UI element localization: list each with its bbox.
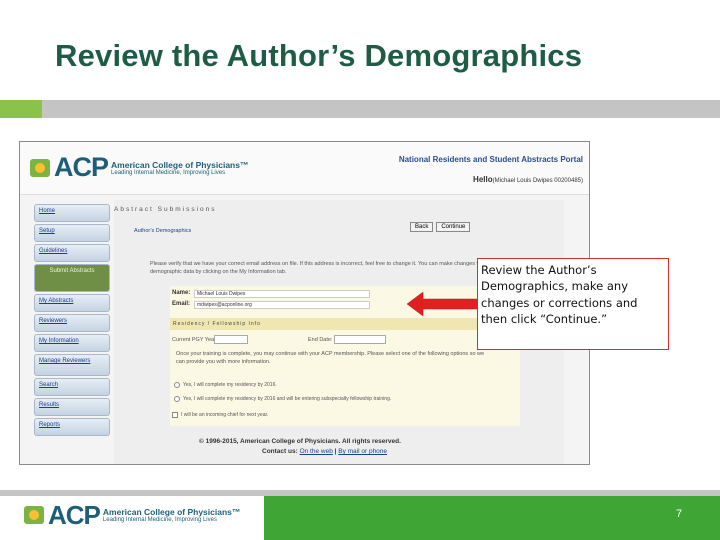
- copyright: © 1996-2015, American College of Physici…: [199, 438, 401, 445]
- footer-logo-letters: ACP: [48, 500, 101, 530]
- contact-web-link[interactable]: On the web: [300, 448, 333, 455]
- acp-logo-name: American College of Physicians™: [111, 159, 249, 170]
- residency-bar: Residency / Fellowship Info: [170, 318, 520, 330]
- portal-title: National Residents and Student Abstracts…: [398, 155, 583, 164]
- acp-logo-letters: ACP: [54, 152, 109, 182]
- footer-acp-logo-mark-icon: [24, 504, 46, 526]
- hello-label: Hello: [473, 175, 493, 184]
- hello-user: Hello(Michael Louis Dwipes 00200485): [473, 175, 583, 184]
- nav-search[interactable]: Search: [34, 378, 110, 396]
- option-3-checkbox[interactable]: I will be an incoming chief for next yea…: [172, 412, 268, 418]
- bottom-green-bar: [264, 496, 720, 540]
- footer-logo-name: American College of Physicians™: [102, 507, 241, 517]
- email-label: Email:: [172, 301, 191, 307]
- acp-logo: ACP American College of Physicians™ Lead…: [30, 154, 248, 181]
- footer-logo-tagline: Leading Internal Medicine, Improving Liv…: [102, 517, 217, 523]
- nav-reports[interactable]: Reports: [34, 418, 110, 436]
- portal-header: ACP American College of Physicians™ Lead…: [20, 142, 589, 195]
- end-date-label: End Date:: [308, 337, 333, 343]
- nav-setup[interactable]: Setup: [34, 224, 110, 242]
- contact-label: Contact us:: [262, 448, 298, 455]
- red-arrow-icon: [407, 292, 479, 316]
- back-button[interactable]: Back: [410, 222, 434, 232]
- options-text: Once your training is complete, you may …: [176, 351, 485, 366]
- contact-phone-link[interactable]: By mail or phone: [338, 448, 387, 455]
- nav-guidelines[interactable]: Guidelines: [34, 244, 110, 262]
- top-green-bar: [0, 100, 42, 118]
- option-2-radio[interactable]: Yes, I will complete my residency by 201…: [174, 396, 391, 402]
- contact-line: Contact us: On the web | By mail or phon…: [262, 448, 387, 455]
- acp-logo-mark-icon: [30, 157, 52, 179]
- name-field[interactable]: Michael Louis Dwipes: [194, 290, 370, 298]
- end-date-input[interactable]: [334, 335, 386, 344]
- intro-text: Please verify that we have your correct …: [150, 261, 494, 276]
- footer-acp-logo: ACP American College of Physicians™ Lead…: [24, 502, 240, 528]
- nav-results[interactable]: Results: [34, 398, 110, 416]
- portal-sidebar: Home Setup Guidelines Submit Abstracts M…: [34, 204, 110, 438]
- name-label: Name:: [172, 290, 191, 296]
- nav-my-information[interactable]: My Information: [34, 334, 110, 352]
- nav-reviewers[interactable]: Reviewers: [34, 314, 110, 332]
- option-3-label: I will be an incoming chief for next yea…: [181, 412, 269, 418]
- nav-manage-reviewers[interactable]: Manage Reviewers: [34, 354, 110, 376]
- option-1-label: Yes, I will complete my residency by 201…: [183, 382, 277, 388]
- email-field[interactable]: mdwipes@acponline.org: [194, 301, 370, 309]
- sub-heading: Author’s Demographics: [134, 228, 192, 234]
- option-2-label: Yes, I will complete my residency by 201…: [183, 396, 392, 402]
- option-1-radio[interactable]: Yes, I will complete my residency by 201…: [174, 382, 277, 388]
- current-pgy-label: Current PGY Year:: [172, 337, 218, 343]
- current-pgy-input[interactable]: [214, 335, 248, 344]
- nav-my-abstracts[interactable]: My Abstracts: [34, 294, 110, 312]
- section-heading: Abstract Submissions: [114, 206, 217, 213]
- nav-submit-abstracts[interactable]: Submit Abstracts: [34, 264, 110, 292]
- hello-username: (Michael Louis Dwipes 00200485): [492, 178, 583, 184]
- continue-button[interactable]: Continue: [436, 222, 471, 232]
- acp-logo-tagline: Leading Internal Medicine, Improving Liv…: [111, 169, 226, 176]
- slide-title: Review the Author’s Demographics: [55, 38, 583, 73]
- nav-home[interactable]: Home: [34, 204, 110, 222]
- top-gray-bar: [42, 100, 720, 118]
- callout-box: Review the Author’s Demographics, make a…: [477, 258, 669, 350]
- page-number: 7: [676, 508, 683, 520]
